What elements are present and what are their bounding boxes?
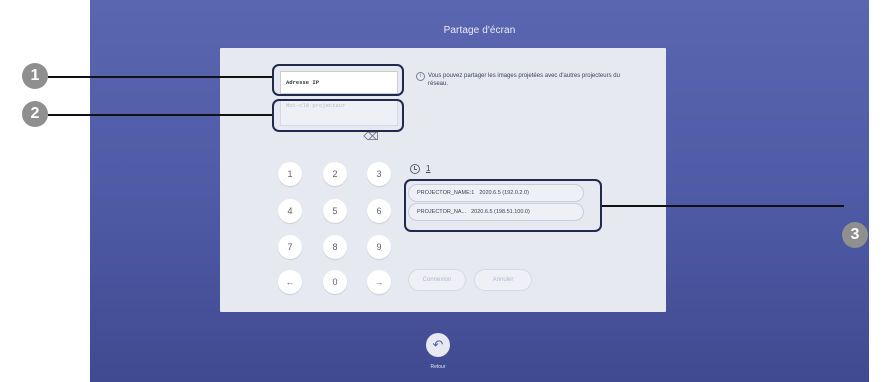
connect-button[interactable]: Connexion (408, 269, 466, 291)
history-icon (410, 164, 420, 174)
key-1[interactable]: 1 (278, 162, 302, 186)
key-6[interactable]: 6 (367, 199, 391, 223)
key-7[interactable]: 7 (278, 235, 302, 259)
callout-line-2 (48, 114, 272, 116)
key-4[interactable]: 4 (278, 199, 302, 223)
callout-line-1 (48, 76, 272, 78)
left-arrow-key[interactable]: ← (278, 270, 302, 294)
key-0[interactable]: 0 (323, 270, 347, 294)
history-count[interactable]: 1 (426, 164, 430, 173)
return-button[interactable]: ↶ (426, 333, 450, 357)
key-2[interactable]: 2 (323, 162, 347, 186)
info-text: Vous pouvez partager les images projetée… (428, 73, 620, 87)
key-5[interactable]: 5 (323, 199, 347, 223)
key-9[interactable]: 9 (367, 235, 391, 259)
info-icon: i (416, 72, 425, 81)
callout-badge-1: 1 (22, 63, 48, 89)
callout-ring-1 (272, 64, 404, 96)
page-title: Partage d'écran (443, 25, 516, 36)
cancel-button[interactable]: Annuler (474, 269, 532, 291)
key-8[interactable]: 8 (323, 235, 347, 259)
callout-ring-2 (272, 99, 404, 132)
callout-badge-2: 2 (22, 101, 48, 127)
callout-line-3 (602, 205, 844, 207)
return-label: Retour (430, 364, 446, 370)
key-3[interactable]: 3 (367, 162, 391, 186)
backspace-icon[interactable]: ⌫ (362, 130, 380, 144)
right-arrow-key[interactable]: → (367, 270, 391, 294)
callout-ring-3 (404, 179, 602, 232)
callout-badge-3: 3 (842, 222, 868, 248)
